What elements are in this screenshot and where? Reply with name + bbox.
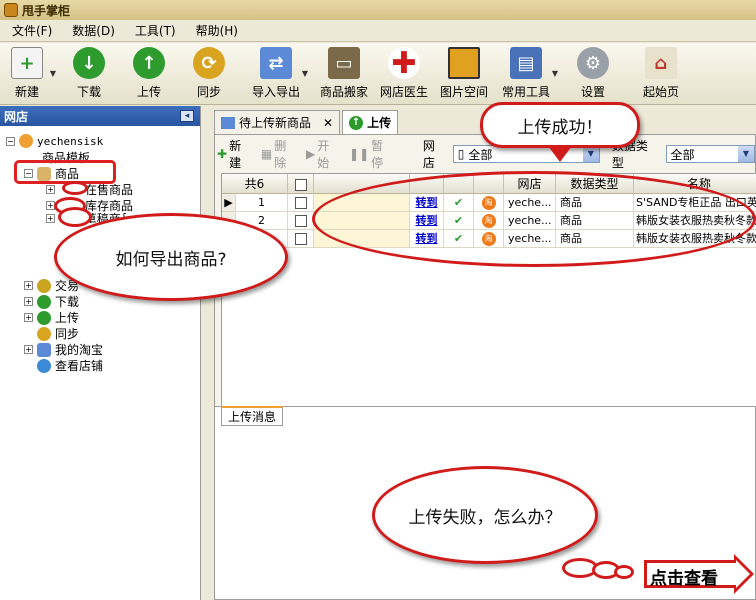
shop-filter-label: 网店 (422, 139, 435, 170)
close-icon[interactable]: ✕ (323, 116, 333, 130)
import-export-icon: ⇄ (260, 47, 292, 79)
tree-my-taobao[interactable]: + 我的淘宝 (24, 341, 103, 358)
chevron-down-icon: ▼ (582, 146, 599, 162)
sync-icon (37, 326, 51, 341)
collapse-toggle[interactable]: − (6, 136, 15, 146)
row-count: 共6 (222, 174, 288, 194)
network-icon (37, 342, 51, 357)
pause-button[interactable]: ❚❚ 暂停 (349, 137, 395, 171)
shop-doctor-button[interactable]: ✚ 网店医生 (378, 46, 430, 100)
row-index: 1 (236, 194, 288, 212)
pause-icon: ❚❚ (349, 147, 370, 161)
import-export-button[interactable]: ⇄ 导入导出 ▼ (248, 47, 308, 100)
pin-icon[interactable]: ◂ (180, 110, 194, 122)
new-task-button[interactable]: ✚ 新建 (217, 137, 253, 171)
hand-truck-icon: ▭ (328, 47, 360, 79)
play-icon: ▶ (305, 147, 316, 161)
tab-pending-upload[interactable]: 待上传新商品 ✕ (214, 110, 341, 134)
sync-button[interactable]: ⟳ 同步 (184, 47, 234, 100)
doc-tabs: 待上传新商品 ✕ ↑ 上传 (214, 110, 400, 134)
thought-dot (62, 181, 88, 195)
start-button[interactable]: ▶ 开始 (306, 137, 341, 171)
account-icon (19, 134, 33, 148)
menu-tools[interactable]: 工具(T) (135, 22, 176, 39)
product-move-button[interactable]: ▭ 商品搬家 (318, 47, 370, 100)
app-title: 甩手掌柜 (22, 3, 71, 18)
new-doc-icon: + (11, 47, 43, 79)
bubble-pointer (548, 146, 572, 162)
sidebar-header: 网店 ◂ (0, 106, 200, 126)
app-logo-icon (4, 3, 18, 17)
tree-download[interactable]: + 下载 (24, 293, 79, 310)
view-details-arrow-button[interactable]: 点击查看 (642, 554, 756, 594)
upload-button[interactable]: ↑ 上传 (124, 47, 174, 100)
globe-icon (37, 358, 51, 373)
tree-account[interactable]: − yechensisk (6, 134, 103, 148)
menu-file[interactable]: 文件(F) (12, 22, 52, 39)
folder-tools-icon: ▤ (510, 47, 542, 79)
tree-view-shop[interactable]: 查看店铺 (37, 357, 103, 374)
sync-icon: ⟳ (193, 47, 225, 79)
gear-icon: ⚙ (577, 47, 609, 79)
plus-icon: ✚ (217, 147, 228, 161)
expand-toggle[interactable]: + (24, 313, 33, 322)
title-bar: 甩手掌柜 (0, 0, 756, 20)
tree-upload[interactable]: + 上传 (24, 309, 79, 326)
red-cross-icon: ✚ (388, 46, 420, 81)
menu-data[interactable]: 数据(D) (72, 22, 115, 39)
tree-sync[interactable]: 同步 (37, 325, 79, 342)
expand-toggle[interactable]: + (46, 185, 55, 194)
row-checkbox[interactable] (288, 212, 314, 230)
common-tools-button[interactable]: ▤ 常用工具 ▼ (498, 47, 558, 100)
grid-highlight-ellipse (312, 171, 756, 267)
row-pointer-icon: ▶ (222, 194, 236, 212)
upload-subtoolbar: ✚ 新建 ▦ 删除 ▶ 开始 ❚❚ 暂停 网店 ▯ 全部 ▼ 数据类型 全部 ▼ (215, 139, 755, 170)
delete-icon: ▦ (260, 147, 273, 161)
thought-dot (58, 207, 92, 227)
row-checkbox[interactable] (288, 230, 314, 248)
image-space-button[interactable]: 图片空间 (438, 47, 490, 100)
upload-icon: ↑ (133, 47, 165, 79)
products-highlight (14, 160, 116, 184)
home-icon: ⌂ (645, 47, 677, 79)
expand-toggle[interactable]: + (46, 213, 55, 223)
settings-button[interactable]: ⚙ 设置 (568, 47, 618, 100)
picture-icon (448, 47, 480, 79)
view-details-label: 点击查看 (650, 569, 718, 589)
start-page-button[interactable]: ⌂ 起始页 (636, 47, 686, 100)
upload-icon: ↑ (349, 115, 364, 130)
new-button[interactable]: + 新建 ▼ (2, 47, 56, 100)
thought-dot (614, 565, 634, 579)
main-toolbar: + 新建 ▼ ↓ 下载 ↑ 上传 ⟳ 同步 ⇄ 导入导出 ▼ ▭ 商品搬家 ✚ 网店… (0, 43, 756, 105)
yen-icon (37, 278, 51, 293)
tab-upload-messages[interactable]: 上传消息 (221, 406, 284, 426)
tab-upload[interactable]: ↑ 上传 (342, 110, 399, 134)
expand-toggle[interactable]: + (24, 345, 33, 354)
upload-icon (37, 310, 51, 325)
doc-icon: ▯ (457, 147, 465, 161)
expand-toggle[interactable]: + (24, 297, 33, 306)
window-icon (221, 116, 235, 129)
download-button[interactable]: ↓ 下载 (64, 47, 114, 100)
failure-question-bubble: 上传失败，怎么办？ (372, 466, 598, 564)
delete-button[interactable]: ▦ 删除 (261, 137, 298, 171)
success-bubble: 上传成功！ (480, 102, 640, 148)
type-filter-select[interactable]: 全部 ▼ (665, 145, 755, 163)
download-icon (37, 294, 51, 309)
select-all-checkbox[interactable] (288, 174, 314, 194)
menu-bar: 文件(F) 数据(D) 工具(T) 帮助(H) (0, 20, 756, 42)
expand-toggle[interactable]: + (24, 281, 33, 290)
menu-help[interactable]: 帮助(H) (196, 22, 238, 39)
export-question-bubble: 如何导出商品? (54, 213, 288, 301)
chevron-down-icon: ▼ (738, 146, 754, 162)
row-checkbox[interactable] (288, 194, 314, 212)
download-icon: ↓ (73, 47, 105, 79)
